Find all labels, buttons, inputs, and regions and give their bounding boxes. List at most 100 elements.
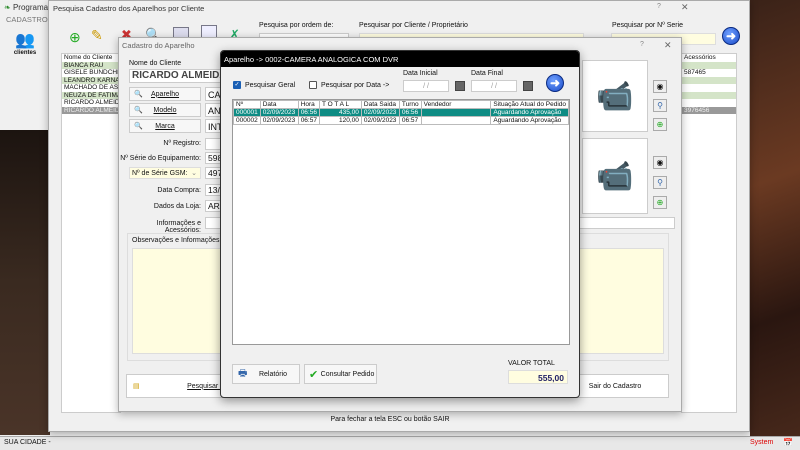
col-header: Nº: [233, 100, 261, 109]
list-item[interactable]: BIANCA RAU: [62, 61, 120, 69]
add-image-icon[interactable]: ⊕: [653, 118, 667, 131]
modelo-button[interactable]: 🔍 Modelo: [129, 103, 201, 117]
col-header: Hora: [297, 100, 320, 109]
checkbox-checked-icon: ✓: [233, 81, 241, 89]
edit-icon[interactable]: ✎: [91, 27, 103, 44]
search-icon: 🔍: [134, 91, 143, 98]
data-final-label: Data Final: [471, 70, 503, 77]
cell: 02/09/2023: [360, 108, 400, 117]
cell: 000002: [233, 116, 261, 125]
app-logo-icon: ❧: [4, 3, 13, 12]
zoom-icon[interactable]: ⚲: [653, 176, 667, 189]
client-search-label: Pesquisar por Cliente / Proprietário: [359, 22, 468, 29]
registro-label: Nº Registro:: [163, 140, 201, 147]
cell: Aguardando Aprovação: [490, 116, 569, 125]
chevron-down-icon: ⌄: [191, 170, 197, 177]
table-row-selected[interactable]: 000001 02/09/2023 06:56 435,00 02/09/2023 06:…: [233, 108, 569, 117]
cell: 06:56: [398, 108, 422, 117]
col-header: Data: [259, 100, 299, 109]
status-bar: SUA CIDADE - System 📅: [0, 436, 800, 450]
clientes-button[interactable]: 👥 clientes: [10, 30, 40, 56]
list-item[interactable]: NEUZA DE FATIMA: [62, 91, 120, 99]
list-item[interactable]: MACHADO DE ASSIS: [62, 84, 120, 92]
dialog-title: Aparelho -> 0002-CAMERA ANALOGICA COM DV…: [221, 51, 579, 67]
data-final-field[interactable]: / /: [471, 80, 517, 92]
pesquisar-data-checkbox[interactable]: Pesquisar por Data ->: [309, 81, 389, 89]
valor-total-field: 555,00: [508, 370, 568, 384]
pedidos-dialog: Aparelho -> 0002-CAMERA ANALOGICA COM DV…: [220, 50, 580, 398]
search-go-button[interactable]: ➜: [546, 74, 564, 92]
info-label: Informações e Acessórios:: [156, 220, 201, 234]
accessories-column: Acessórios 587465 3976456: [681, 53, 737, 413]
printer-icon: 🖶: [238, 367, 248, 379]
window-title: Pesquisa Cadastro dos Aparelhos por Clie…: [53, 4, 205, 13]
list-item-selected[interactable]: RICARDO ALMEIDA: [62, 106, 120, 114]
orders-table[interactable]: Nº Data Hora T O T A L Data Saida Turno …: [232, 99, 570, 345]
add-image-icon[interactable]: ⊕: [653, 196, 667, 209]
order-label: Pesquisa por ordem de:: [259, 22, 334, 29]
footer-hint: Para fechar a tela ESC ou botão SAIR: [330, 416, 450, 423]
cell: 120,00: [318, 116, 362, 125]
cell: [420, 108, 492, 117]
list-item[interactable]: RICARDO ALMEIDA: [62, 99, 120, 107]
cell: [420, 116, 492, 125]
col-header: Data Saida: [360, 100, 400, 109]
client-list[interactable]: Nome do Cliente BIANCA RAU GISELE BUNDCH…: [61, 53, 121, 413]
table-row[interactable]: 000002 02/09/2023 06:57 120,00 02/09/2023 06:…: [233, 116, 569, 125]
cell: 06:57: [297, 116, 320, 125]
search-icon: 🔍: [134, 123, 143, 130]
serie-label: Nº Série do Equipamento:: [120, 155, 201, 162]
cell: 435,00: [318, 108, 362, 117]
cell: 06:56: [297, 108, 320, 117]
marca-label: Marca: [155, 122, 175, 130]
menu-cadastros[interactable]: CADASTROS: [6, 15, 53, 24]
column-header: Acessórios: [684, 54, 716, 61]
marca-button[interactable]: 🔍 Marca: [129, 119, 201, 133]
cell: 06:57: [398, 116, 422, 125]
webcam-icon[interactable]: ◉: [653, 156, 667, 169]
cell: 587465: [684, 69, 706, 76]
close-button[interactable]: ✕: [681, 2, 689, 13]
consultar-pedido-button[interactable]: ✔ Consultar Pedido: [304, 364, 377, 384]
help-button[interactable]: ?: [640, 41, 644, 48]
zoom-icon[interactable]: ⚲: [653, 99, 667, 112]
close-button[interactable]: ✕: [664, 40, 672, 51]
data-inicial-field[interactable]: / /: [403, 80, 449, 92]
geral-label: Pesquisar Geral: [245, 81, 296, 89]
gsm-select[interactable]: Nº de Série GSM: ⌄: [129, 167, 201, 179]
aparelho-button[interactable]: 🔍 Aparelho: [129, 87, 201, 101]
consultar-label: Consultar Pedido: [320, 370, 375, 378]
por-data-label: Pesquisar por Data ->: [321, 81, 390, 89]
loja-label: Dados da Loja:: [153, 203, 201, 210]
client-name-field[interactable]: RICARDO ALMEIDA J: [129, 69, 229, 83]
status-system: System: [750, 439, 774, 446]
clientes-label: clientes: [13, 50, 37, 56]
card-icon: ▤: [133, 383, 140, 390]
cell: 02/09/2023: [259, 108, 299, 117]
serial-search-label: Pesquisar por Nº Serie: [612, 22, 684, 29]
desktop-wallpaper: [750, 0, 800, 450]
pesquisar-geral-checkbox[interactable]: ✓ Pesquisar Geral: [233, 81, 295, 89]
search-icon: 🔍: [134, 107, 143, 114]
device-image-1: 📹: [582, 60, 648, 132]
cell: 3976456: [682, 106, 736, 114]
status-city: SUA CIDADE -: [4, 439, 51, 446]
table-header: Nº Data Hora T O T A L Data Saida Turno …: [233, 100, 569, 109]
calendar-icon: 📅: [783, 438, 793, 447]
relatorio-button[interactable]: 🖶 Relatório: [232, 364, 300, 384]
valor-total-label: VALOR TOTAL: [508, 360, 555, 367]
data-inicial-label: Data Inicial: [403, 70, 438, 77]
help-button[interactable]: ?: [657, 3, 661, 10]
col-header: Situação Atual do Pedido: [490, 100, 569, 109]
calendar-icon[interactable]: [523, 81, 533, 91]
add-icon[interactable]: ⊕: [69, 29, 81, 46]
client-label: Nome do Cliente: [129, 60, 182, 67]
col-header: Vendedor: [420, 100, 492, 109]
webcam-icon[interactable]: ◉: [653, 80, 667, 93]
serial-search-go-button[interactable]: ➜: [722, 27, 740, 45]
list-item[interactable]: GISELE BUNDCHEN: [62, 69, 120, 77]
calendar-icon[interactable]: [455, 81, 465, 91]
device-image-2: 📹: [582, 138, 648, 214]
aparelho-label: Aparelho: [150, 90, 180, 98]
list-item[interactable]: LEANDRO KARNAL: [62, 76, 120, 84]
